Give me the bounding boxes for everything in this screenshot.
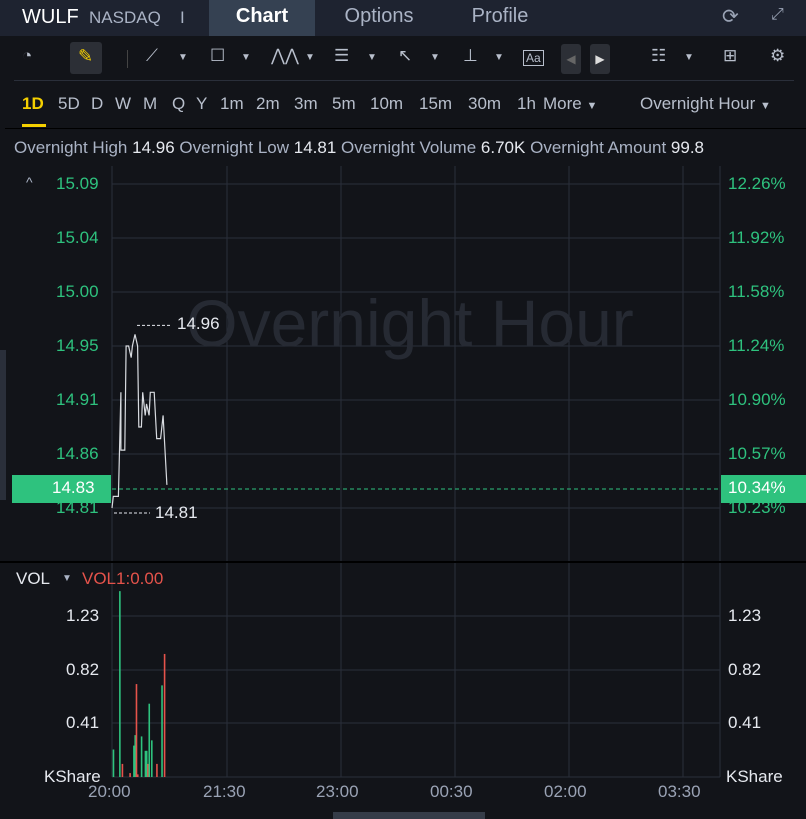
volume-tick-right: 1.23 xyxy=(728,606,762,625)
percent-tick-right: 11.92% xyxy=(728,228,785,247)
percent-tick-right: 11.24% xyxy=(728,336,785,355)
time-tick: 02:00 xyxy=(544,782,587,801)
price-tick-left: 15.04 xyxy=(56,228,99,247)
volume-bar xyxy=(148,703,151,777)
volume-bar xyxy=(121,763,124,777)
price-tick-left: 15.09 xyxy=(56,174,99,193)
price-chart[interactable]: Overnight Hour xyxy=(0,0,806,819)
current-change-label: 10.34% xyxy=(728,478,786,497)
price-tick-left: 14.81 xyxy=(56,498,99,517)
chevron-down-icon[interactable]: ▼ xyxy=(62,573,72,584)
volume-tick-left: 0.82 xyxy=(66,660,100,679)
high-marker-label: 14.96 xyxy=(177,314,220,334)
low-marker-label: 14.81 xyxy=(155,503,198,522)
volume-bar xyxy=(156,763,158,777)
volume-tick-right: 0.82 xyxy=(728,660,762,679)
percent-tick-right: 10.23% xyxy=(728,498,786,517)
volume-bar xyxy=(163,653,166,777)
side-panel-handle[interactable] xyxy=(0,350,6,500)
price-line xyxy=(111,334,168,509)
percent-tick-right: 12.26% xyxy=(728,174,786,193)
volume-bar xyxy=(112,749,115,777)
percent-tick-right: 10.90% xyxy=(728,390,786,409)
collapse-icon[interactable]: ^ xyxy=(26,174,33,190)
time-tick: 21:30 xyxy=(203,782,246,801)
price-tick-left: 14.91 xyxy=(56,390,99,409)
price-tick-left: 15.00 xyxy=(56,282,99,301)
percent-tick-right: 11.58% xyxy=(728,282,785,301)
volume-bar xyxy=(140,736,143,777)
volume-indicator: VOL1:0.00 xyxy=(82,569,164,588)
volume-bar xyxy=(129,773,131,777)
volume-label: VOL xyxy=(16,569,51,588)
time-tick: 03:30 xyxy=(658,782,701,801)
volume-tick-left: 1.23 xyxy=(66,606,100,625)
volume-bar xyxy=(161,685,163,777)
volume-bar xyxy=(151,740,153,777)
price-tick-left: 14.95 xyxy=(56,336,99,355)
volume-bar xyxy=(136,774,139,777)
percent-tick-right: 10.57% xyxy=(728,444,786,463)
time-tick: 00:30 xyxy=(430,782,473,801)
volume-unit-right: KShare xyxy=(726,767,783,786)
volume-tick-right: 0.41 xyxy=(728,713,762,732)
time-tick: 23:00 xyxy=(316,782,359,801)
volume-bar xyxy=(135,684,138,777)
current-price-label: 14.83 xyxy=(52,478,95,497)
scroll-handle[interactable] xyxy=(333,812,485,819)
price-tick-left: 14.86 xyxy=(56,444,99,463)
watermark: Overnight Hour xyxy=(186,286,634,360)
time-tick: 20:00 xyxy=(88,782,131,801)
volume-bar xyxy=(119,591,121,777)
volume-tick-left: 0.41 xyxy=(66,713,100,732)
